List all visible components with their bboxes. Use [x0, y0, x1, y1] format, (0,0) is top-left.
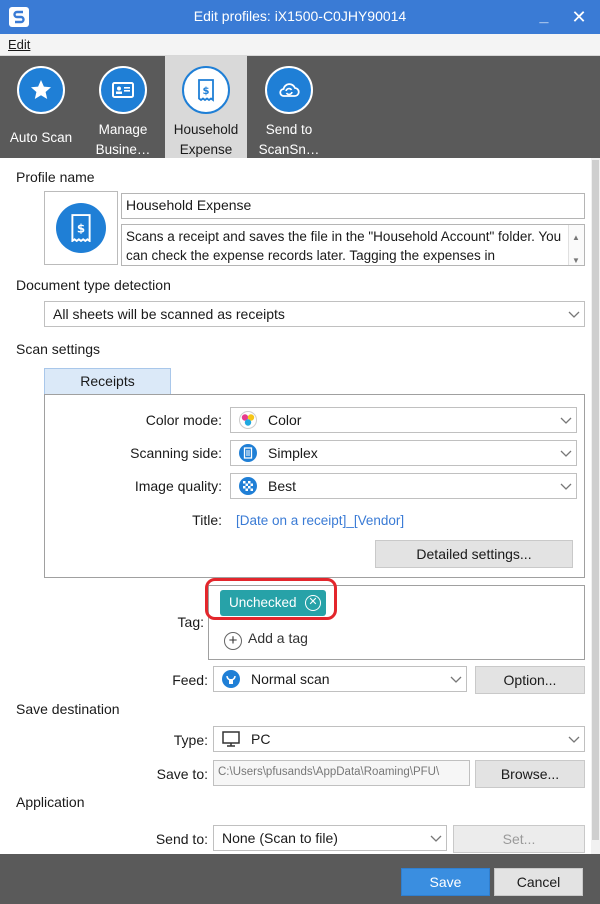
send-to-label: Send to: — [155, 831, 208, 847]
document-type-value: All sheets will be scanned as receipts — [53, 306, 285, 322]
business-card-icon — [112, 82, 134, 98]
image-quality-dropdown[interactable]: Best — [230, 473, 577, 499]
highlight-annotation — [205, 578, 337, 620]
svg-text:$: $ — [77, 221, 85, 235]
chevron-down-icon — [560, 478, 572, 490]
window-title: Edit profiles: iX1500-C0JHY90014 — [193, 8, 407, 24]
profile-tab-label: Household Expense — [173, 122, 239, 157]
scroll-up-icon[interactable]: ▲ — [572, 228, 580, 247]
minimize-button[interactable]: _ — [531, 4, 557, 30]
image-quality-value: Best — [268, 478, 297, 494]
feed-value: Normal scan — [251, 671, 330, 687]
image-quality-label: Image quality: — [134, 478, 222, 494]
title-bar: Edit profiles: iX1500-C0JHY90014 _ ✕ — [0, 0, 600, 34]
set-button[interactable]: Set... — [453, 825, 585, 853]
footer-bar: Save Cancel — [0, 854, 600, 904]
color-mode-dropdown[interactable]: Color — [230, 407, 577, 433]
star-icon — [31, 80, 51, 99]
close-button[interactable]: ✕ — [566, 4, 592, 30]
type-label: Type: — [173, 732, 208, 748]
send-to-dropdown[interactable]: None (Scan to file) — [213, 825, 447, 851]
profile-tab-auto-scan[interactable]: Auto Scan — [0, 56, 82, 158]
feed-scan-icon — [222, 670, 240, 688]
profile-tab-bar: Auto Scan Manage Busine… $ Household Exp… — [0, 56, 600, 158]
add-tag-label: Add a tag — [248, 630, 308, 646]
cloud-sync-icon — [279, 83, 300, 97]
title-format-link[interactable]: [Date on a receipt]_[Vendor] — [236, 513, 404, 528]
chevron-down-icon — [560, 412, 572, 424]
tag-label: Tag: — [177, 614, 204, 630]
chevron-down-icon — [568, 306, 580, 318]
menu-edit[interactable]: Edit — [8, 37, 30, 52]
chevron-down-icon — [560, 445, 572, 457]
chevron-down-icon — [450, 671, 462, 683]
profile-name-heading: Profile name — [16, 169, 95, 185]
description-scrollbar[interactable]: ▲ ▼ — [568, 225, 584, 265]
scanning-side-value: Simplex — [268, 445, 318, 461]
profile-name-input[interactable]: Household Expense — [121, 193, 585, 219]
scanning-side-dropdown[interactable]: Simplex — [230, 440, 577, 466]
monitor-icon — [222, 731, 240, 747]
chevron-down-icon — [568, 731, 580, 743]
color-palette-icon — [239, 411, 257, 429]
save-type-dropdown[interactable]: PC — [213, 726, 585, 752]
save-button[interactable]: Save — [401, 868, 490, 896]
profile-tab-household-expense[interactable]: $ Household Expense — [165, 56, 247, 158]
tab-receipts[interactable]: Receipts — [44, 368, 171, 394]
profile-tab-label: Auto Scan — [9, 130, 73, 145]
profile-description-text: Scans a receipt and saves the file in th… — [126, 229, 562, 263]
simplex-page-icon — [239, 444, 257, 462]
send-to-value: None (Scan to file) — [222, 830, 338, 846]
title-label: Title: — [192, 512, 222, 528]
add-circle-icon: + — [224, 632, 242, 650]
save-to-label: Save to: — [156, 766, 208, 782]
document-type-dropdown[interactable]: All sheets will be scanned as receipts — [44, 301, 585, 327]
application-heading: Application — [16, 794, 85, 810]
color-mode-label: Color mode: — [145, 412, 222, 428]
receipt-icon: $ — [198, 79, 214, 102]
receipt-icon: $ — [71, 214, 91, 242]
save-path-field[interactable]: C:\Users\pfusands\AppData\Roaming\PFU\ — [213, 760, 470, 786]
scanning-side-label: Scanning side: — [130, 445, 222, 461]
profile-tab-label: Send to ScanSn… — [258, 122, 320, 157]
svg-text:$: $ — [203, 86, 210, 97]
profile-tab-manage-business[interactable]: Manage Busine… — [82, 56, 164, 158]
quality-grid-icon — [239, 477, 257, 495]
chevron-down-icon — [430, 830, 442, 842]
feed-option-button[interactable]: Option... — [475, 666, 585, 694]
browse-button[interactable]: Browse... — [475, 760, 585, 788]
menu-bar: Edit — [0, 34, 600, 56]
feed-dropdown[interactable]: Normal scan — [213, 666, 467, 692]
save-type-value: PC — [251, 731, 271, 747]
profile-tab-send-to-scansnap[interactable]: Send to ScanSn… — [248, 56, 330, 158]
save-destination-heading: Save destination — [16, 701, 120, 717]
color-mode-value: Color — [268, 412, 302, 428]
document-type-heading: Document type detection — [16, 277, 171, 293]
cancel-button[interactable]: Cancel — [494, 868, 583, 896]
scroll-down-icon[interactable]: ▼ — [572, 251, 580, 265]
scan-settings-heading: Scan settings — [16, 341, 101, 357]
feed-label: Feed: — [172, 672, 208, 688]
profile-icon-button[interactable]: $ — [44, 191, 118, 265]
scrollbar-thumb[interactable] — [592, 160, 599, 840]
add-tag-button[interactable]: + Add a tag — [224, 630, 308, 650]
detailed-settings-button[interactable]: Detailed settings... — [375, 540, 573, 568]
profile-description-field[interactable]: Scans a receipt and saves the file in th… — [121, 224, 585, 266]
profile-tab-label: Manage Busine… — [95, 122, 151, 157]
